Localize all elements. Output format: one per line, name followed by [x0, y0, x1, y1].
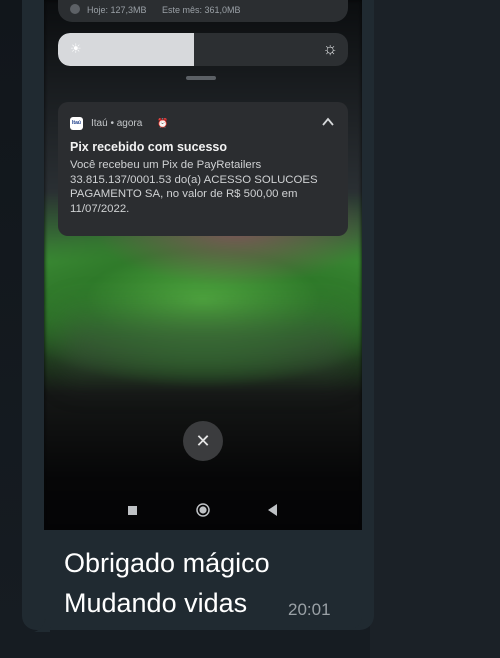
data-usage-month: Este mês: 361,0MB: [162, 5, 241, 15]
sun-small-icon: ☀: [70, 41, 82, 56]
notification-title: Pix recebido com sucesso: [70, 140, 228, 154]
back-button[interactable]: [268, 504, 278, 516]
data-usage-today: Hoje: 127,3MB: [87, 5, 147, 15]
sun-large-icon: ☼: [322, 39, 338, 58]
chevron-up-icon[interactable]: [320, 114, 336, 130]
close-icon[interactable]: ✕: [183, 421, 223, 461]
data-usage-icon: [70, 4, 80, 14]
notification-time: agora: [116, 118, 143, 129]
home-button[interactable]: [196, 503, 210, 517]
bubble-tail: [34, 618, 50, 632]
itau-app-icon: Itaú: [70, 117, 83, 130]
caption-line-2: Mudando vidas: [64, 588, 248, 618]
pix-notification[interactable]: Itaú Itaú • agora ⏰ Pix recebido com suc…: [58, 102, 348, 236]
recents-button[interactable]: [128, 506, 137, 515]
notification-body: Você recebeu um Pix de PayRetailers 33.8…: [70, 159, 318, 215]
chat-side-panel: [370, 0, 500, 658]
message-timestamp: 20:01: [288, 600, 331, 619]
notification-header: Itaú • agora: [91, 118, 143, 129]
screenshot-image[interactable]: [44, 0, 362, 546]
blurred-app-content: [64, 300, 344, 390]
brightness-slider[interactable]: ☀ ☼: [58, 33, 348, 66]
panel-drag-handle[interactable]: [186, 76, 216, 80]
alarm-icon: ⏰: [157, 118, 169, 128]
data-usage-strip: Hoje: 127,3MB Este mês: 361,0MB: [58, 0, 348, 22]
caption-line-1: Obrigado mágico: [64, 548, 270, 578]
caption-bubble: Obrigado mágico Mudando vidas 20:01: [44, 530, 362, 630]
notification-app-name: Itaú: [91, 118, 108, 129]
blurred-app-background: [44, 0, 362, 546]
